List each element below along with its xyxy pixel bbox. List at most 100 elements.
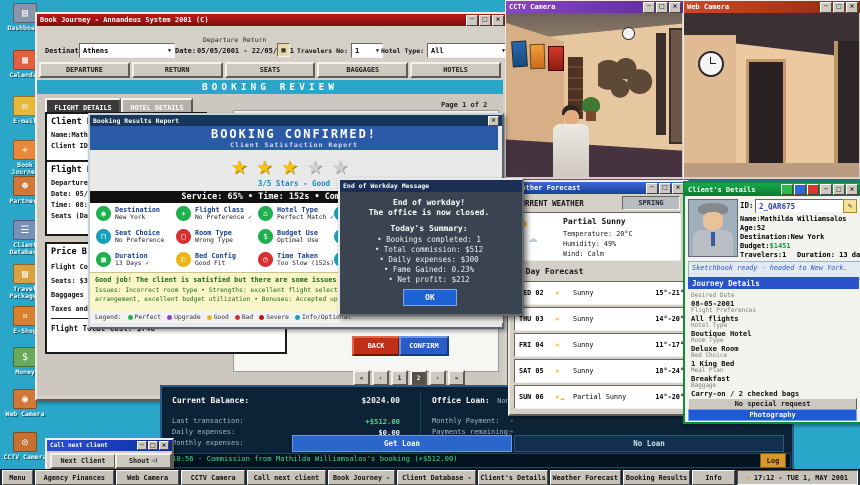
destination-dropdown[interactable]: Athens ▼ bbox=[79, 43, 175, 58]
cell-value: Wrong Type bbox=[195, 237, 233, 244]
minimize-icon[interactable]: ─ bbox=[137, 441, 147, 450]
workday-dialog: End of Workday Message End of workday! T… bbox=[338, 178, 524, 316]
hotels-tab-button[interactable]: HOTELS bbox=[410, 62, 501, 78]
calendar-picker-icon[interactable]: ▦ bbox=[277, 43, 290, 57]
close-icon[interactable]: × bbox=[492, 15, 504, 26]
maximize-icon[interactable]: □ bbox=[659, 183, 671, 194]
page-indicator: Page 1 of 2 bbox=[441, 101, 487, 109]
return-column-label: Return bbox=[243, 36, 266, 44]
seats-tab-button[interactable]: SEATS bbox=[225, 62, 316, 78]
no-loan-button[interactable]: No Loan bbox=[514, 435, 784, 452]
photography-button[interactable]: Photography bbox=[688, 409, 857, 421]
poster-orange bbox=[530, 44, 546, 70]
daily-expenses-label: Daily expenses: bbox=[172, 428, 235, 436]
log-button[interactable]: Log bbox=[760, 453, 786, 468]
page-next-button[interactable]: › bbox=[429, 370, 446, 386]
taskbar-item-booking-results[interactable]: Booking Results bbox=[623, 470, 690, 485]
forecast-condition: Sunny bbox=[573, 367, 651, 375]
baggages-tab-button[interactable]: BAGGAGES bbox=[317, 62, 408, 78]
cell-label: Bed Config bbox=[195, 252, 236, 260]
megaphone-icon: ◁) bbox=[151, 458, 158, 464]
field-label: Hotel Type bbox=[691, 322, 727, 329]
confirm-button[interactable]: CONFIRM bbox=[399, 336, 449, 356]
ok-button[interactable]: OK bbox=[403, 289, 457, 306]
maximize-icon[interactable]: □ bbox=[833, 184, 845, 195]
maximize-icon[interactable]: □ bbox=[479, 15, 491, 26]
maximize-icon[interactable]: □ bbox=[833, 2, 845, 13]
taskbar-item-weather-forecast[interactable]: Weather Forecast bbox=[550, 470, 621, 485]
maximize-icon[interactable]: □ bbox=[656, 2, 668, 13]
call-titlebar[interactable]: Call next client ─ □ × bbox=[47, 440, 172, 451]
taskbar-item-cctv-camera[interactable]: CCTV Camera bbox=[181, 470, 245, 485]
minimize-icon[interactable]: ─ bbox=[646, 183, 658, 194]
legend-dot bbox=[207, 315, 212, 320]
workday-dialog-titlebar[interactable]: End of Workday Message bbox=[340, 180, 522, 192]
game-desktop: ▤ Dashboard ▦ Calendar ✉ E-mail + Book J… bbox=[0, 0, 860, 485]
dashboard-icon: ▤ bbox=[13, 3, 37, 23]
close-icon[interactable]: × bbox=[846, 2, 858, 13]
taskbar-menu-button[interactable]: Menu bbox=[2, 470, 33, 485]
duration-label: Duration: bbox=[797, 251, 835, 259]
green-action-icon[interactable] bbox=[781, 184, 793, 195]
minimize-icon[interactable]: ─ bbox=[466, 15, 478, 26]
maximize-icon[interactable]: □ bbox=[148, 441, 158, 450]
weather-titlebar[interactable]: Weather Forecast ─ □ × bbox=[510, 182, 687, 194]
page-1-button[interactable]: 1 bbox=[391, 370, 408, 386]
red-action-icon[interactable] bbox=[807, 184, 819, 195]
client-details-titlebar[interactable]: Client's Details ─ □ × bbox=[685, 183, 860, 196]
taskbar-item-clients-details[interactable]: Client's Details bbox=[478, 470, 547, 485]
taskbar-item-client-database[interactable]: Client Database - bbox=[397, 470, 476, 485]
cell-label: Destination bbox=[115, 206, 160, 214]
forecast-condition: Sunny bbox=[573, 315, 651, 323]
taskbar-item-web-camera[interactable]: Web Camera bbox=[116, 470, 180, 485]
taskbar-item-agency-finances[interactable]: Agency Finances bbox=[35, 470, 114, 485]
page-2-button-active[interactable]: 2 bbox=[410, 370, 427, 386]
page-prev-button[interactable]: ‹ bbox=[372, 370, 389, 386]
book-journey-titlebar[interactable]: Book Journey - Annandeus System 2001 (C)… bbox=[37, 14, 507, 26]
cctv-titlebar[interactable]: CCTV Camera ─ □ × bbox=[506, 1, 684, 13]
balance-label: Current Balance: bbox=[172, 396, 249, 405]
get-loan-button[interactable]: Get Loan bbox=[292, 435, 512, 452]
floor bbox=[684, 163, 859, 177]
departure-tab-button[interactable]: DEPARTURE bbox=[39, 62, 130, 78]
booking-results-titlebar[interactable]: Booking Results Report × bbox=[90, 115, 502, 126]
next-client-button[interactable]: Next Client bbox=[50, 453, 116, 469]
date-label: Date: bbox=[175, 47, 196, 55]
duration-value: 13 days bbox=[839, 251, 860, 259]
taskbar-item-info[interactable]: Info bbox=[692, 470, 734, 485]
grid-cell: ⊓Seat ChoiceNo Preference bbox=[96, 229, 164, 244]
webcam-scene bbox=[684, 13, 859, 177]
hotel-type-label: Hotel Type: bbox=[381, 47, 424, 55]
calendar-icon: ▦ bbox=[13, 50, 37, 70]
workday-line: End of workday! bbox=[340, 198, 518, 207]
close-icon[interactable]: × bbox=[669, 2, 681, 13]
cell-value: Perfect Match ✓ bbox=[277, 214, 334, 221]
page-last-button[interactable]: » bbox=[448, 370, 465, 386]
return-tab-button[interactable]: RETURN bbox=[132, 62, 223, 78]
blue-action-icon[interactable] bbox=[794, 184, 806, 195]
taskbar-item-book-journey[interactable]: Book Journey - bbox=[328, 470, 395, 485]
shout-button[interactable]: Shout ◁) bbox=[115, 453, 172, 469]
sun-icon: ☀ bbox=[747, 474, 751, 482]
minimize-icon[interactable]: ─ bbox=[820, 184, 832, 195]
notes-icon[interactable]: ✎ bbox=[843, 199, 857, 213]
hotel-type-dropdown[interactable]: All ▼ bbox=[427, 43, 509, 58]
page-first-button[interactable]: « bbox=[353, 370, 370, 386]
close-icon[interactable]: × bbox=[488, 116, 499, 126]
field-value: Carry-on / 2 checked bags bbox=[691, 389, 799, 398]
avatar-body bbox=[553, 124, 589, 177]
webcam-titlebar[interactable]: Web Camera ─ □ × bbox=[684, 1, 860, 13]
legend-item: Good bbox=[207, 314, 229, 321]
close-icon[interactable]: × bbox=[159, 441, 169, 450]
desktop-icon-cctv-camera[interactable]: ◎ CCTV Camera bbox=[2, 432, 48, 461]
budget-value: $1451 bbox=[770, 242, 791, 250]
close-icon[interactable]: × bbox=[846, 184, 858, 195]
grid-cell: ⊏Bed ConfigGood Fit bbox=[176, 252, 236, 267]
client-budget-row: Budget:$1451 bbox=[740, 242, 791, 250]
back-button[interactable]: BACK bbox=[352, 336, 400, 356]
destination-value: Athens bbox=[83, 47, 108, 55]
minimize-icon[interactable]: ─ bbox=[643, 2, 655, 13]
travelers-dropdown[interactable]: 1 ▼ bbox=[351, 43, 383, 58]
minimize-icon[interactable]: ─ bbox=[820, 2, 832, 13]
taskbar-item-call-next-client[interactable]: Call next client bbox=[247, 470, 326, 485]
